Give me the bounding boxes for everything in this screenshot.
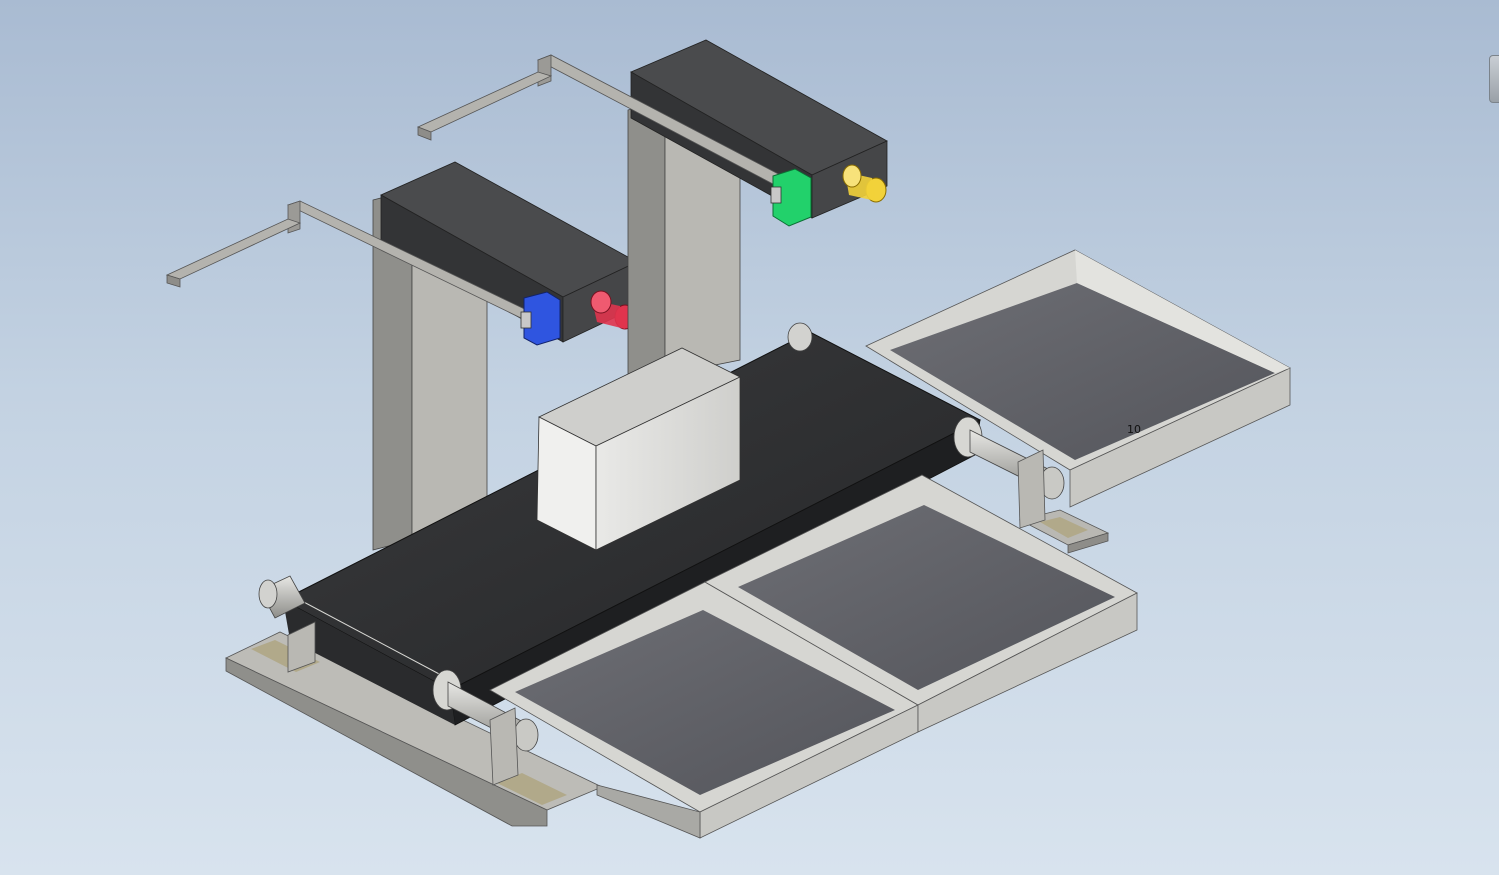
conveyor-assembly-model[interactable]	[0, 0, 1499, 875]
back-roller[interactable]	[787, 322, 813, 352]
green-sensor[interactable]	[770, 168, 812, 227]
viewcube-tab[interactable]	[1489, 55, 1499, 103]
cad-viewport[interactable]: 10	[0, 0, 1499, 875]
dimension-label[interactable]: 10	[1127, 423, 1141, 436]
blue-sensor[interactable]	[520, 291, 561, 346]
